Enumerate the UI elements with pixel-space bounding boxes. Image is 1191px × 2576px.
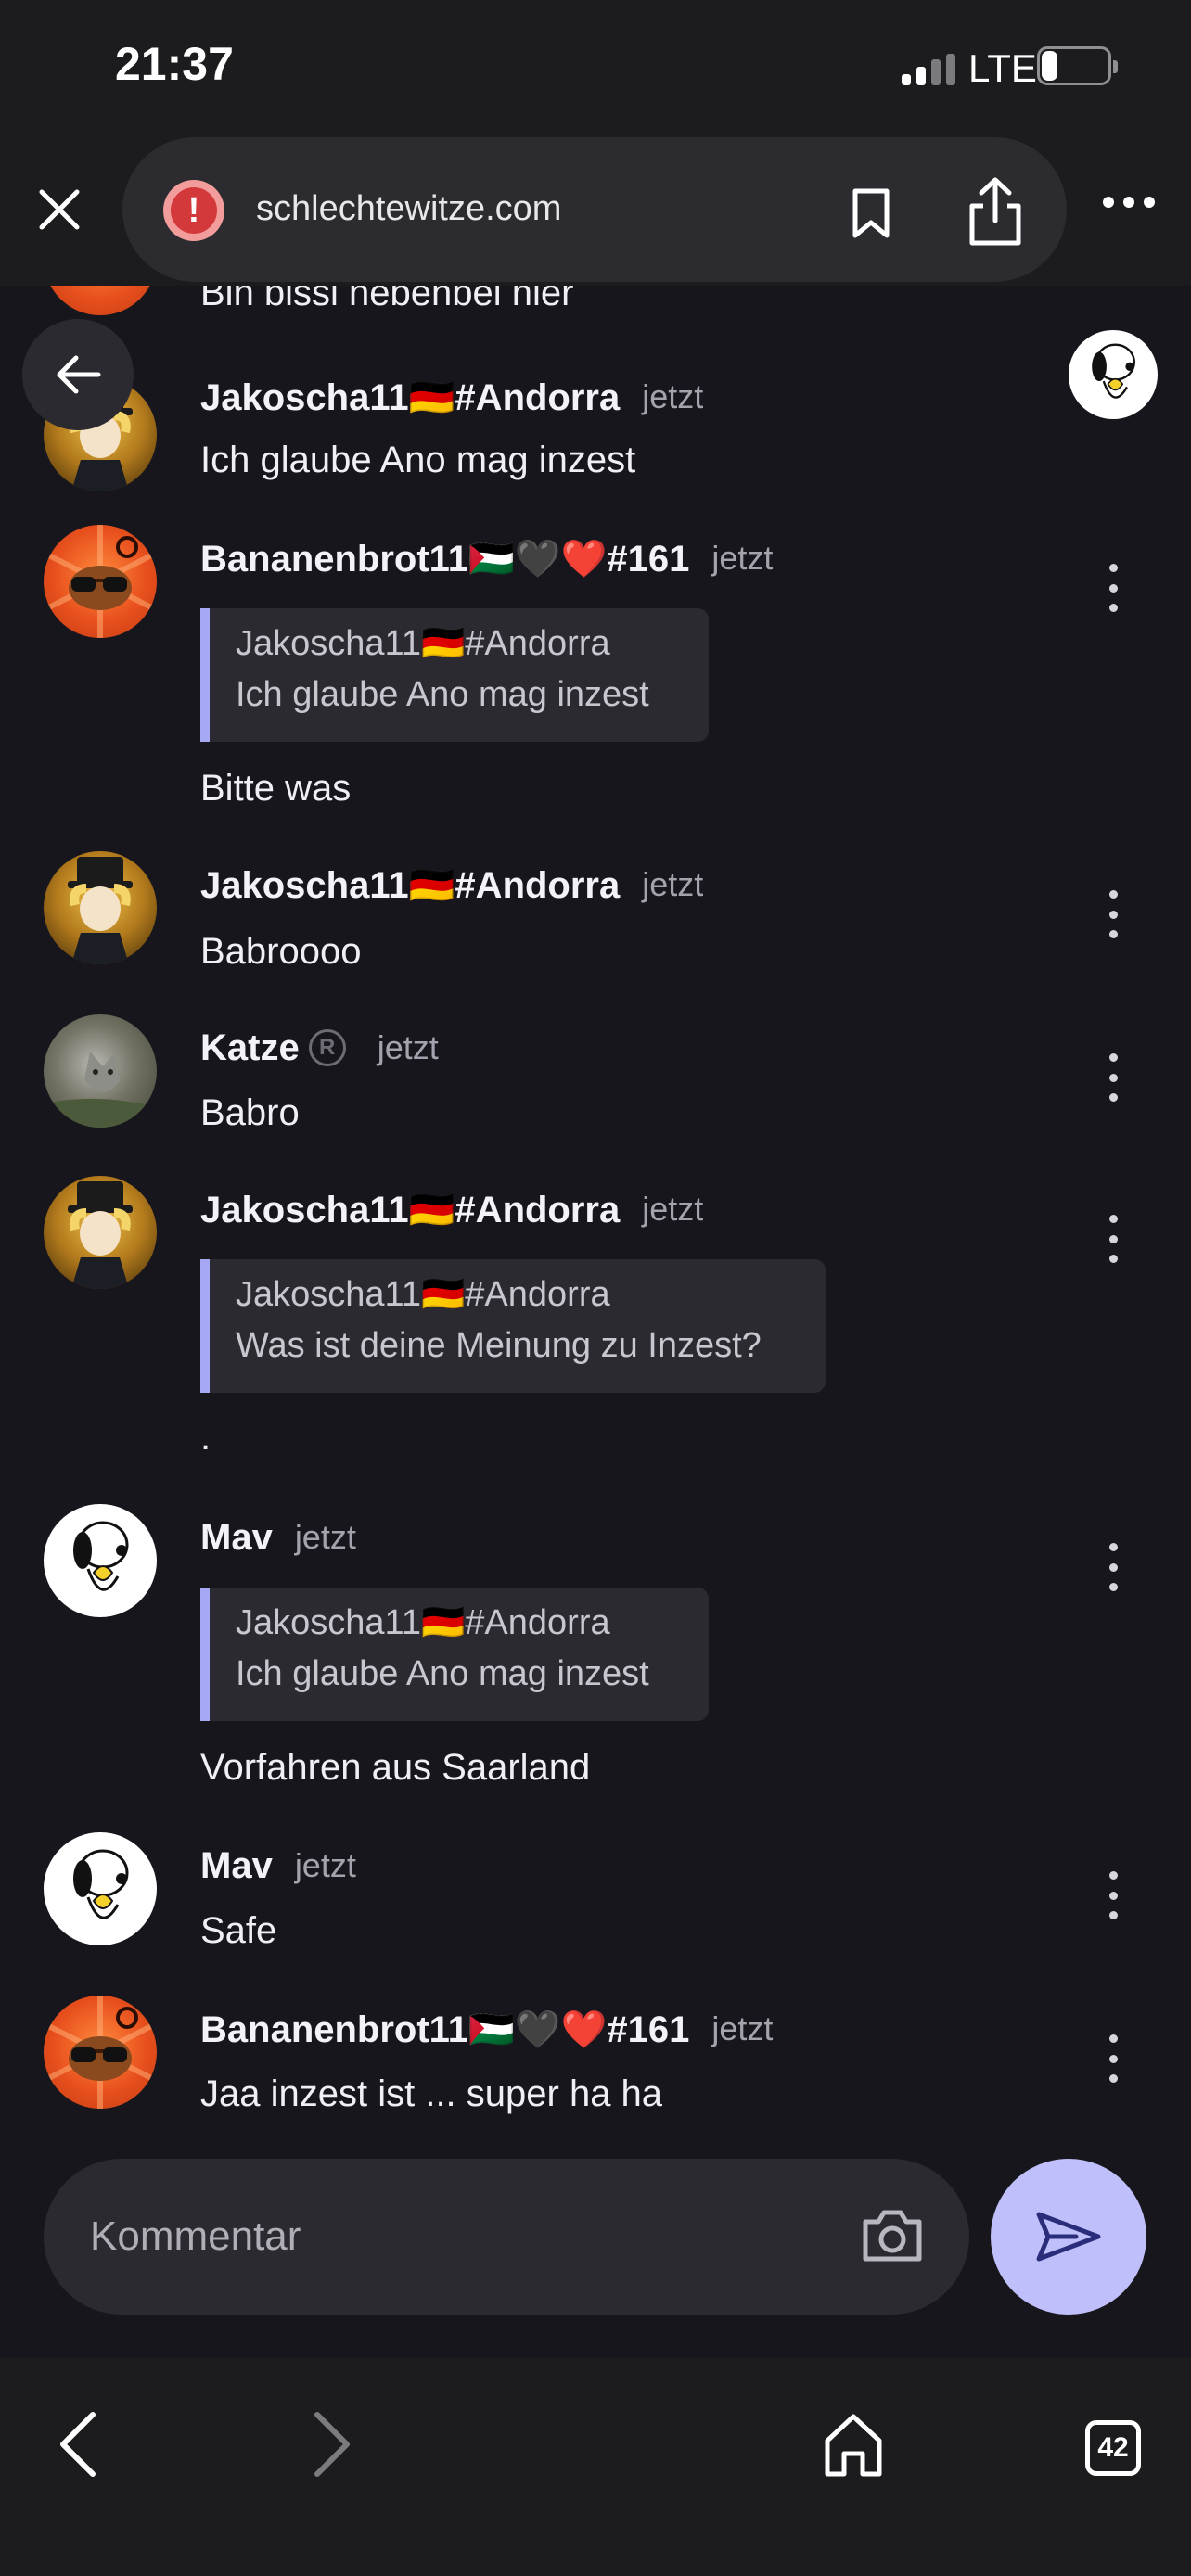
avatar[interactable] [44,1014,157,1128]
avatar[interactable] [44,1504,157,1617]
timestamp: jetzt [642,865,704,903]
author-name[interactable]: Bananenbrot11🇵🇸🖤❤️#161 [200,2008,689,2051]
message-header: Bananenbrot11🇵🇸🖤❤️#161 jetzt [200,2001,773,2057]
avatar[interactable] [44,286,157,315]
chat-list[interactable]: Bin bissi nebenbei hier Jakoscha11🇩🇪#And… [0,286,1191,2136]
quoted-text: Ich glaube Ano mag inzest [236,675,649,714]
more-options-icon[interactable] [1098,184,1159,221]
avatar[interactable] [44,525,157,638]
author-name[interactable]: Jakoscha11🇩🇪#Andorra [200,376,620,419]
message-header: Bananenbrot11🇵🇸🖤❤️#161 jetzt [200,530,773,586]
timestamp: jetzt [642,377,704,415]
comment-composer [0,2136,1191,2357]
author-name[interactable]: Mav [200,1845,273,1887]
timestamp: jetzt [711,539,774,577]
message-text: Ich glaube Ano mag inzest [200,440,636,480]
back-arrow-button[interactable] [22,319,134,430]
avatar[interactable] [44,1832,157,1945]
message-header: Katze R jetzt [200,1020,439,1076]
avatar[interactable] [44,1996,157,2109]
avatar[interactable] [44,1176,157,1289]
network-label: LTE [968,46,1037,90]
timestamp: jetzt [642,1190,704,1228]
quoted-message[interactable]: Jakoscha11🇩🇪#Andorra Was ist deine Meinu… [200,1259,826,1393]
quoted-author: Jakoscha11🇩🇪#Andorra [236,624,610,663]
message-header: Mav jetzt [200,1510,356,1565]
message-text: Babro [200,1092,300,1133]
message-text: Babroooo [200,931,362,972]
avatar[interactable] [44,851,157,964]
user-avatar[interactable] [1069,330,1158,419]
message-menu-icon[interactable] [1100,1543,1126,1591]
message-text: Vorfahren aus Saarland [200,1747,591,1788]
message-text: Bin bissi nebenbei hier [200,286,574,313]
battery-icon: 24 [1037,46,1118,85]
close-icon[interactable] [33,184,85,236]
author-name[interactable]: Mav [200,1517,273,1559]
bookmark-icon[interactable] [848,187,894,239]
quoted-author: Jakoscha11🇩🇪#Andorra [236,1275,610,1314]
message-text: Safe [200,1910,277,1951]
author-name[interactable]: Jakoscha11🇩🇪#Andorra [200,863,620,907]
quoted-message[interactable]: Jakoscha11🇩🇪#Andorra Ich glaube Ano mag … [200,608,709,742]
timestamp: jetzt [294,1846,356,1884]
browser-toolbar: ! schlechtewitze.com [0,130,1191,286]
message-menu-icon[interactable] [1100,1053,1126,1102]
address-bar[interactable]: ! schlechtewitze.com [122,137,1067,282]
share-icon[interactable] [963,174,1028,249]
signal-icon [902,54,955,85]
url-text[interactable]: schlechtewitze.com [256,189,561,229]
browser-bottom-bar: 42 [0,2357,1191,2576]
quoted-text: Was ist deine Meinung zu Inzest? [236,1326,762,1365]
message-menu-icon[interactable] [1100,890,1126,938]
message-header: Jakoscha11🇩🇪#Andorra jetzt [200,369,703,425]
quoted-text: Ich glaube Ano mag inzest [236,1654,649,1693]
status-time: 21:37 [115,38,234,90]
message-menu-icon[interactable] [1100,1215,1126,1263]
message-menu-icon[interactable] [1100,1871,1126,1919]
chevron-left-icon[interactable] [52,2407,104,2481]
status-bar: 21:37 LTE 24 [0,0,1191,130]
registered-badge-icon: R [308,1029,346,1066]
author-name[interactable]: Jakoscha11🇩🇪#Andorra [200,1188,620,1231]
message-header: Jakoscha11🇩🇪#Andorra jetzt [200,857,703,912]
message-text: . [200,1417,211,1458]
quoted-message[interactable]: Jakoscha11🇩🇪#Andorra Ich glaube Ano mag … [200,1588,709,1721]
message-header: Jakoscha11🇩🇪#Andorra jetzt [200,1181,703,1237]
message-text: Jaa inzest ist ... super ha ha [200,2073,663,2114]
warning-icon[interactable]: ! [163,180,224,241]
comment-input-container[interactable] [44,2159,969,2315]
message-header: Mav jetzt [200,1838,356,1894]
tabs-count-button[interactable]: 42 [1085,2420,1141,2476]
timestamp: jetzt [377,1028,439,1066]
send-icon [1036,2212,1101,2262]
send-button[interactable] [991,2159,1146,2315]
quoted-author: Jakoscha11🇩🇪#Andorra [236,1603,610,1642]
comment-input[interactable] [90,2159,832,2315]
message-text: Bitte was [200,768,352,809]
battery-level: 24 [1057,52,1091,85]
chevron-right-icon[interactable] [306,2407,358,2481]
camera-icon[interactable] [860,2205,925,2266]
timestamp: jetzt [294,1518,356,1556]
message-menu-icon[interactable] [1100,564,1126,612]
timestamp: jetzt [711,2009,774,2047]
author-name[interactable]: Bananenbrot11🇵🇸🖤❤️#161 [200,537,689,580]
author-name[interactable]: Katze [200,1027,300,1069]
message-menu-icon[interactable] [1100,2034,1126,2083]
home-icon[interactable] [820,2407,887,2481]
